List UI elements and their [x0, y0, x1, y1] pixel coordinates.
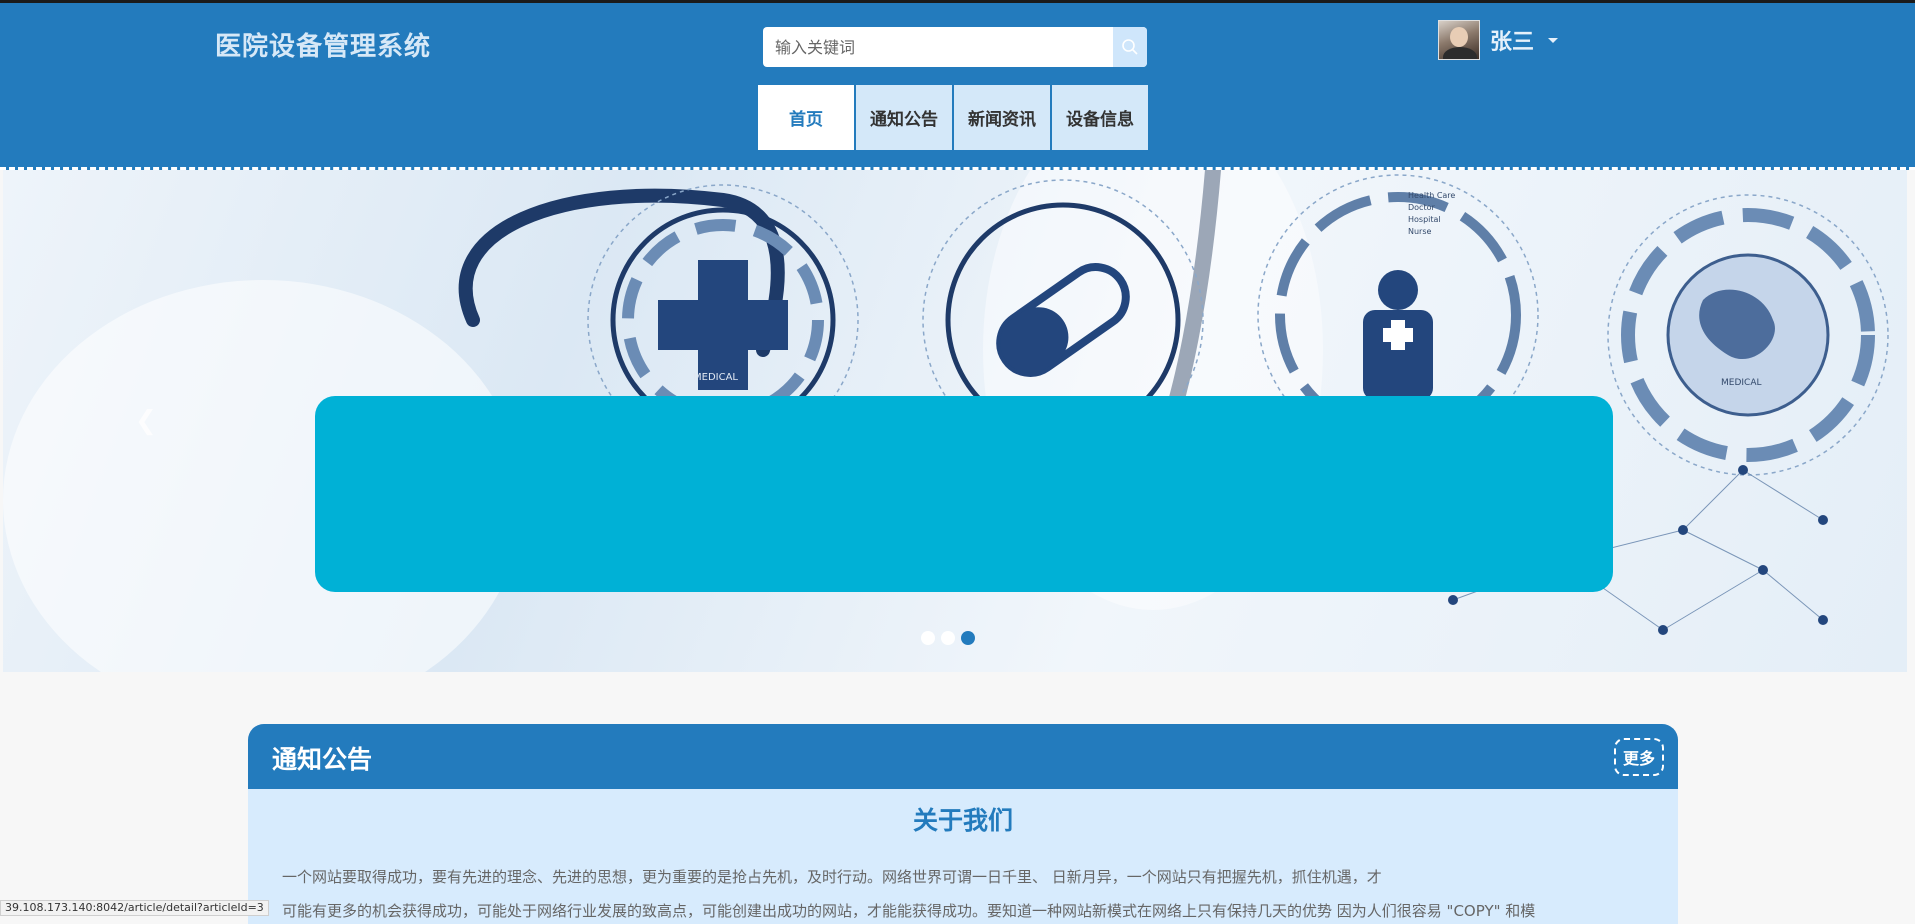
search-button[interactable] [1113, 27, 1147, 67]
svg-text:Doctor: Doctor [1408, 203, 1435, 212]
site-title[interactable]: 医院设备管理系统 [215, 26, 431, 63]
article-body: 一个网站要取得成功，要有先进的理念、先进的思想，更为重要的是抢占先机，及时行动。… [282, 860, 1662, 924]
article-title[interactable]: 关于我们 [248, 801, 1678, 837]
carousel-dot-2[interactable] [941, 631, 955, 645]
banner-carousel[interactable]: MEDICAL Health Care Doctor Hospital Nurs… [3, 170, 1907, 672]
carousel-dot-3[interactable] [961, 631, 975, 645]
user-name[interactable]: 张三 [1490, 24, 1534, 56]
search-box [763, 27, 1147, 67]
svg-text:Nurse: Nurse [1408, 227, 1432, 236]
main-nav: 首页 通知公告 新闻资讯 设备信息 [758, 85, 1148, 150]
nav-item-news[interactable]: 新闻资讯 [954, 85, 1050, 150]
svg-text:MEDICAL: MEDICAL [1721, 378, 1762, 388]
carousel-dot-1[interactable] [921, 631, 935, 645]
more-button[interactable]: 更多 [1614, 738, 1664, 776]
carousel-indicators [921, 631, 975, 645]
article-line: 可能有更多的机会获得成功，可能处于网络行业发展的致高点，可能创建出成功的网站，才… [282, 902, 1536, 920]
search-input[interactable] [763, 27, 1113, 67]
nav-item-equipment[interactable]: 设备信息 [1052, 85, 1148, 150]
carousel-prev-icon[interactable]: ❮ [135, 406, 157, 436]
svg-text:MEDICAL: MEDICAL [693, 372, 738, 383]
search-icon [1122, 39, 1138, 55]
nav-item-home[interactable]: 首页 [758, 85, 854, 150]
banner-caption-box [315, 396, 1613, 592]
notice-title: 通知公告 [272, 745, 373, 774]
svg-text:Hospital: Hospital [1408, 215, 1441, 224]
svg-text:Health Care: Health Care [1408, 191, 1455, 200]
avatar[interactable] [1438, 20, 1480, 60]
site-header: 医院设备管理系统 首页 通知公告 新闻资讯 设备信息 张三 [0, 0, 1915, 170]
user-menu[interactable]: 张三 [1438, 20, 1559, 60]
notice-header: 通知公告 更多 [248, 724, 1678, 789]
chevron-down-icon[interactable] [1548, 37, 1559, 43]
notice-section: 通知公告 更多 关于我们 一个网站要取得成功，要有先进的理念、先进的思想，更为重… [248, 724, 1678, 924]
article-line: 一个网站要取得成功，要有先进的理念、先进的思想，更为重要的是抢占先机，及时行动。… [282, 868, 1382, 886]
nav-item-notices[interactable]: 通知公告 [856, 85, 952, 150]
